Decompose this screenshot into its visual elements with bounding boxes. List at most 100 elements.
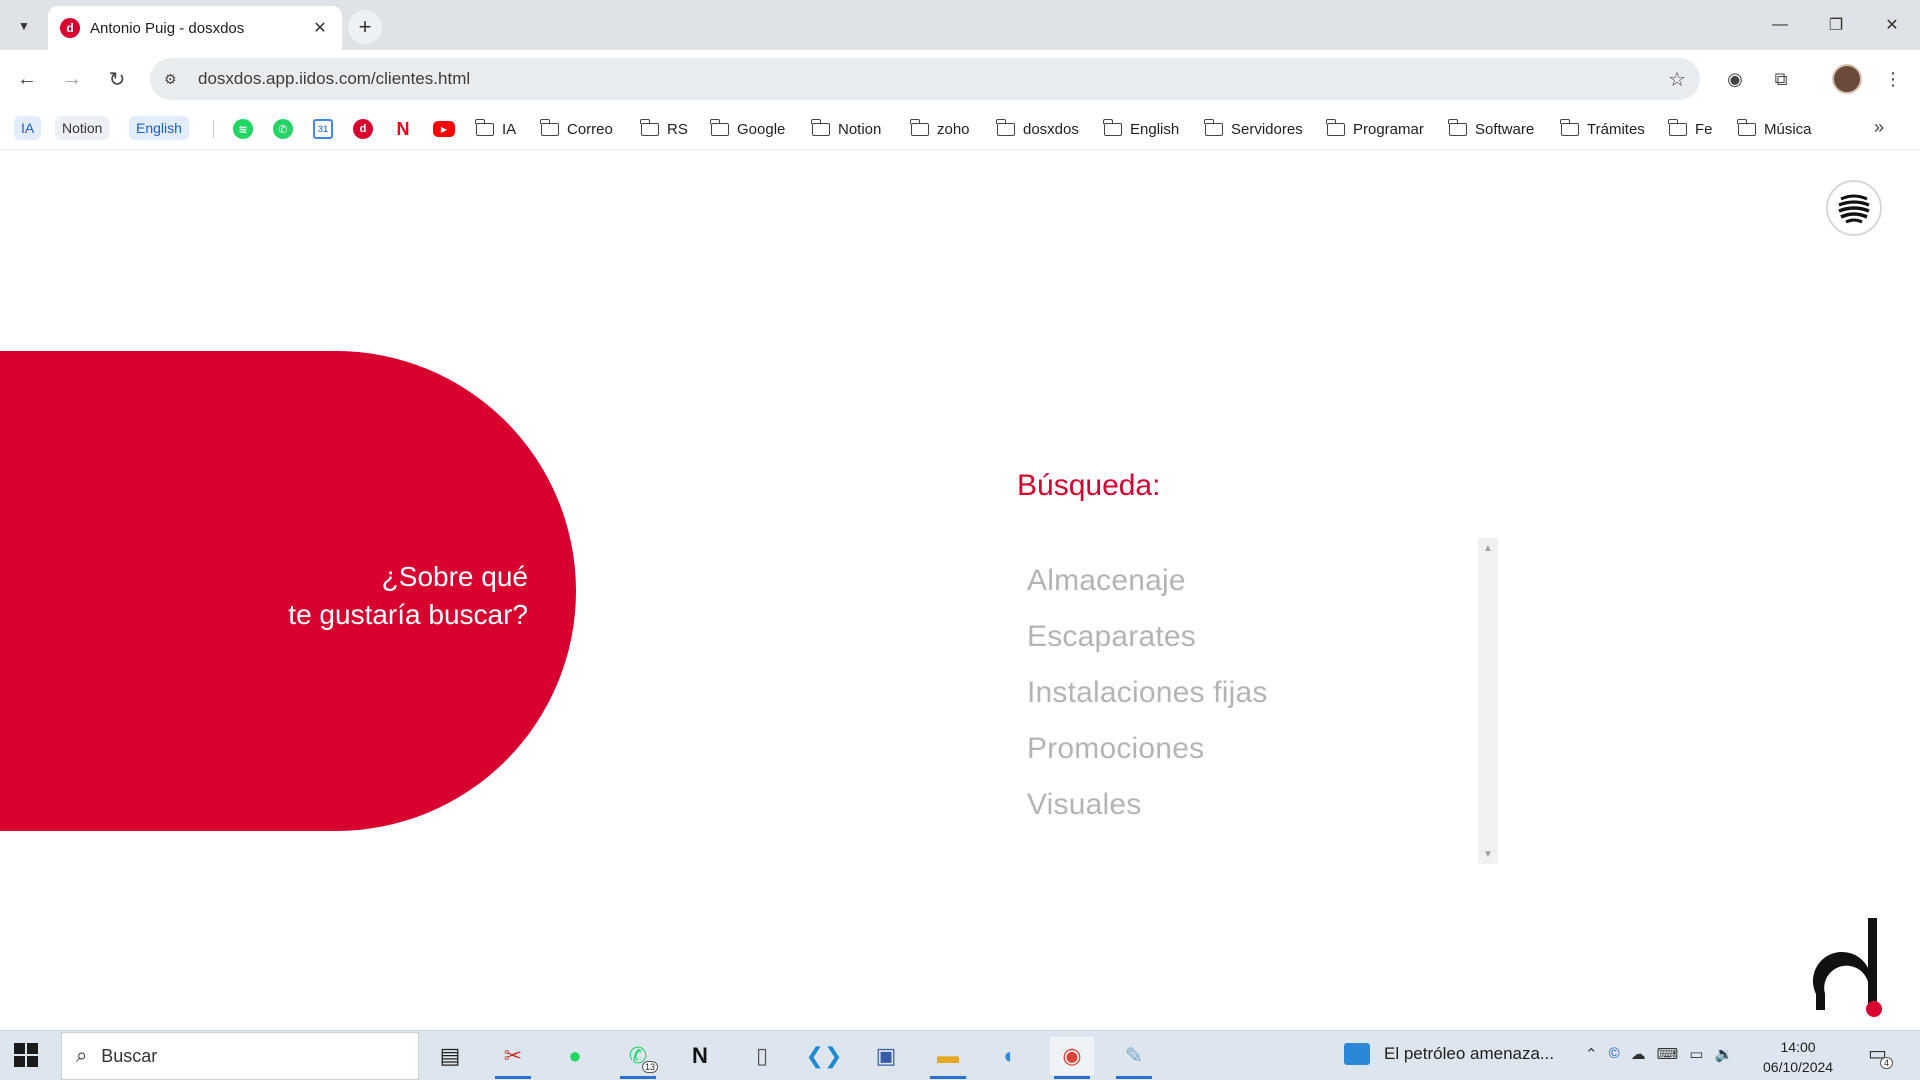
browser-toolbar: ← → ↻ ⚙ dosxdos.app.iidos.com/clientes.h… [0,50,1920,108]
news-icon [1344,1043,1370,1065]
list-scrollbar[interactable]: ▲ ▼ [1478,538,1498,864]
reload-button[interactable]: ↻ [100,62,134,96]
folder-icon [1448,118,1467,136]
scroll-down-icon[interactable]: ▼ [1478,844,1498,864]
bookmark-folder-servidores[interactable]: Servidores [1204,117,1303,141]
folder-icon [1103,118,1122,136]
profile-avatar[interactable] [1832,64,1862,94]
network-icon[interactable]: ▭ [1689,1045,1703,1063]
notepad-icon[interactable]: ▯ [740,1037,784,1075]
notifications-badge: 4 [1880,1057,1894,1069]
bookmark-folder-google[interactable]: Google [710,117,786,141]
chrome-icon[interactable]: ◉ [1050,1037,1094,1079]
option-visuales[interactable]: Visuales [1027,788,1141,822]
more-bookmarks-icon[interactable]: » [1874,117,1884,138]
bookmark-folder-notion[interactable]: Notion [811,117,882,141]
tab-close-icon[interactable]: ✕ [310,18,330,38]
vscode-icon[interactable]: ❮❯ [802,1037,846,1075]
file-explorer-icon[interactable]: ▬ [926,1037,970,1079]
remote-desktop-icon[interactable]: ▣ [864,1037,908,1075]
option-promociones[interactable]: Promociones [1027,732,1204,766]
bookmark-folder-musica[interactable]: Música [1737,117,1812,141]
folder-label: Google [737,120,786,138]
forward-button[interactable]: → [55,62,89,96]
whatsapp-taskbar-icon[interactable]: ✆ 13 [616,1037,660,1079]
extensions-puzzle-icon[interactable]: ⧉ [1764,62,1798,96]
volume-icon[interactable]: 🔉 [1714,1045,1733,1063]
keyboard-icon[interactable]: ⌨ [1657,1045,1679,1063]
folder-label: Notion [838,120,882,138]
netflix-icon[interactable]: N [393,119,413,139]
dosxdos-logo-icon [1812,918,1882,1017]
window-controls: — ❐ ✕ [1752,0,1920,50]
task-view-icon[interactable]: ▤ [428,1037,472,1075]
category-list[interactable]: Almacenaje Escaparates Instalaciones fij… [1017,536,1497,864]
scroll-up-icon[interactable]: ▲ [1478,538,1498,558]
vpn-icon[interactable]: © [1609,1045,1620,1063]
folder-label: IA [502,120,517,138]
restore-button[interactable]: ❐ [1808,0,1864,50]
whatsapp-badge: 13 [641,1061,658,1073]
new-tab-button[interactable]: + [348,10,382,44]
whatsapp-icon[interactable]: ✆ [273,119,293,139]
page-content: ¿Sobre qué te gustaría buscar? Búsqueda:… [0,151,1920,1030]
start-button[interactable] [14,1043,38,1067]
url-text[interactable]: dosxdos.app.iidos.com/clientes.html [198,69,1668,89]
folder-label: Programar [1353,120,1424,138]
bookmark-pill-ia[interactable]: IA [14,116,42,140]
bookmark-folder-correo[interactable]: Correo [540,117,613,141]
site-info-icon[interactable]: ⚙ [164,71,190,88]
taskbar-search-placeholder: Buscar [101,1045,158,1066]
paint-icon[interactable]: ✎ [1112,1037,1156,1079]
active-tab[interactable]: d Antonio Puig - dosxdos ✕ [48,6,342,50]
browser-menu-icon[interactable]: ⋮ [1876,62,1910,96]
bookmark-star-icon[interactable]: ☆ [1668,67,1686,92]
extension-icon[interactable]: ◉ [1718,62,1752,96]
folder-icon [1204,118,1223,136]
clock-date: 06/10/2024 [1763,1059,1834,1075]
bookmark-folder-dosxdos[interactable]: dosxdos [996,117,1079,141]
bookmark-folder-ia[interactable]: IA [475,117,517,141]
calendar-icon[interactable]: 31 [313,119,333,139]
folder-label: Música [1764,120,1812,138]
tab-search-button[interactable]: ▼ [10,12,38,40]
taskbar-search[interactable]: ⌕ Buscar [61,1032,419,1080]
bookmark-folder-programar[interactable]: Programar [1326,117,1424,141]
folder-icon [910,118,929,136]
bookmark-folder-tramites[interactable]: Trámites [1560,117,1645,141]
snipping-tool-icon[interactable]: ✂ [491,1037,535,1079]
dosxdos-icon[interactable]: d [353,119,373,139]
bookmark-pill-english[interactable]: English [129,116,189,140]
bookmark-folder-fe[interactable]: Fe [1668,117,1713,141]
news-widget[interactable]: El petróleo amenaza... [1344,1043,1554,1065]
address-bar[interactable]: ⚙ dosxdos.app.iidos.com/clientes.html ☆ [150,58,1700,100]
minimize-button[interactable]: — [1752,0,1808,50]
notion-taskbar-icon[interactable]: N [678,1037,722,1075]
taskbar-clock[interactable]: 14:00 06/10/2024 [1763,1037,1833,1077]
spotify-icon[interactable]: ≋ [233,119,253,139]
windows-taskbar: ⌕ Buscar ▤ ✂ ● ✆ 13 N ▯ ❮❯ ▣ ▬ ◐ ◉ ✎ El p… [0,1030,1920,1080]
spotify-taskbar-icon[interactable]: ● [553,1037,597,1075]
folder-icon [1560,118,1579,136]
folder-label: Trámites [1587,120,1645,138]
bookmark-folder-zoho[interactable]: zoho [910,117,970,141]
menu-logo-button[interactable] [1826,180,1882,236]
folder-label: Servidores [1231,120,1303,138]
option-escaparates[interactable]: Escaparates [1027,620,1196,654]
youtube-icon[interactable]: ▶ [433,121,455,137]
bookmark-pill-notion[interactable]: Notion [55,116,110,140]
folder-label: zoho [937,120,970,138]
onedrive-icon[interactable]: ☁ [1631,1045,1646,1063]
bookmark-folder-english[interactable]: English [1103,117,1179,141]
option-almacenaje[interactable]: Almacenaje [1027,564,1186,598]
show-hidden-icons-icon[interactable]: ⌃ [1585,1045,1598,1063]
bookmarks-bar: IA Notion English ≋ ✆ 31 d N ▶ IA Correo… [0,108,1920,150]
edge-icon[interactable]: ◐ [988,1037,1032,1075]
option-instalaciones-fijas[interactable]: Instalaciones fijas [1027,676,1268,710]
close-window-button[interactable]: ✕ [1864,0,1920,50]
folder-icon [710,118,729,136]
bookmark-folder-rs[interactable]: RS [640,117,688,141]
bookmark-folder-software[interactable]: Software [1448,117,1534,141]
folder-icon [1668,118,1687,136]
back-button[interactable]: ← [10,62,44,96]
